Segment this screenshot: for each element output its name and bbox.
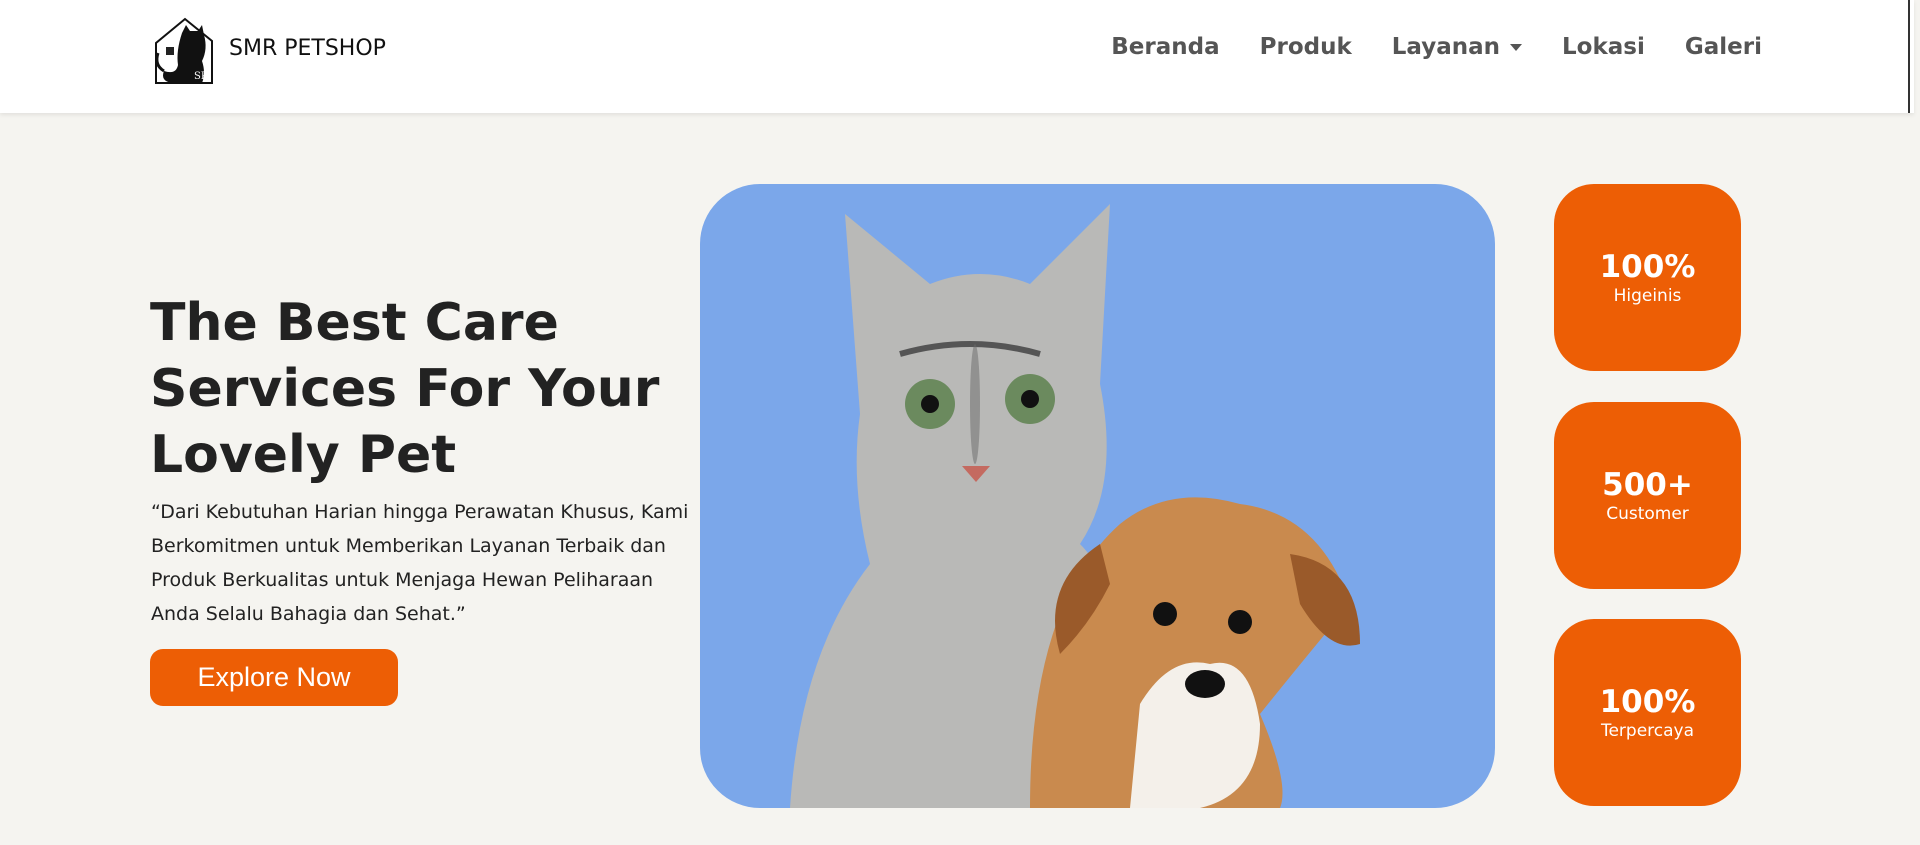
stat-card-higeinis: 100% Higeinis	[1554, 184, 1741, 371]
petshop-logo[interactable]: SR	[152, 15, 218, 85]
nav-layanan-dropdown[interactable]: Layanan	[1391, 34, 1523, 60]
nav-beranda[interactable]: Beranda	[1111, 34, 1219, 60]
nav-label: Beranda	[1111, 34, 1220, 60]
nav-galeri[interactable]: Galeri	[1685, 34, 1762, 60]
stat-label: Customer	[1606, 503, 1689, 524]
stat-card-customer: 500+ Customer	[1554, 402, 1741, 589]
navbar: SR SMR PETSHOP Beranda Produk Layanan Lo…	[0, 0, 1914, 113]
stat-label: Higeinis	[1613, 285, 1682, 306]
nav-produk[interactable]: Produk	[1260, 34, 1352, 60]
main-menu: Beranda Produk Layanan Lokasi Galeri	[1111, 34, 1762, 60]
hero-title: The Best Care Services For Your Lovely P…	[150, 293, 660, 485]
stat-card-terpercaya: 100% Terpercaya	[1554, 619, 1741, 806]
cat-dog-illustration	[790, 204, 1360, 808]
stat-value: 500+	[1602, 466, 1693, 503]
stat-value: 100%	[1599, 248, 1696, 285]
caret-down-icon	[1510, 43, 1523, 51]
stat-label: Terpercaya	[1600, 720, 1695, 741]
scrollbar[interactable]	[1908, 0, 1914, 113]
hero-image-cat-and-dog	[700, 184, 1495, 808]
explore-now-button[interactable]: Explore Now	[150, 649, 398, 706]
nav-label: Layanan	[1391, 34, 1501, 60]
brand-name[interactable]: SMR PETSHOP	[229, 36, 386, 61]
nav-label: Produk	[1259, 34, 1352, 60]
hero-description: “Dari Kebutuhan Harian hingga Perawatan …	[151, 501, 689, 625]
svg-text:SR: SR	[194, 71, 209, 82]
nav-label: Lokasi	[1562, 34, 1645, 60]
stat-value: 100%	[1599, 683, 1696, 720]
nav-label: Galeri	[1684, 34, 1762, 60]
nav-lokasi[interactable]: Lokasi	[1562, 34, 1645, 60]
